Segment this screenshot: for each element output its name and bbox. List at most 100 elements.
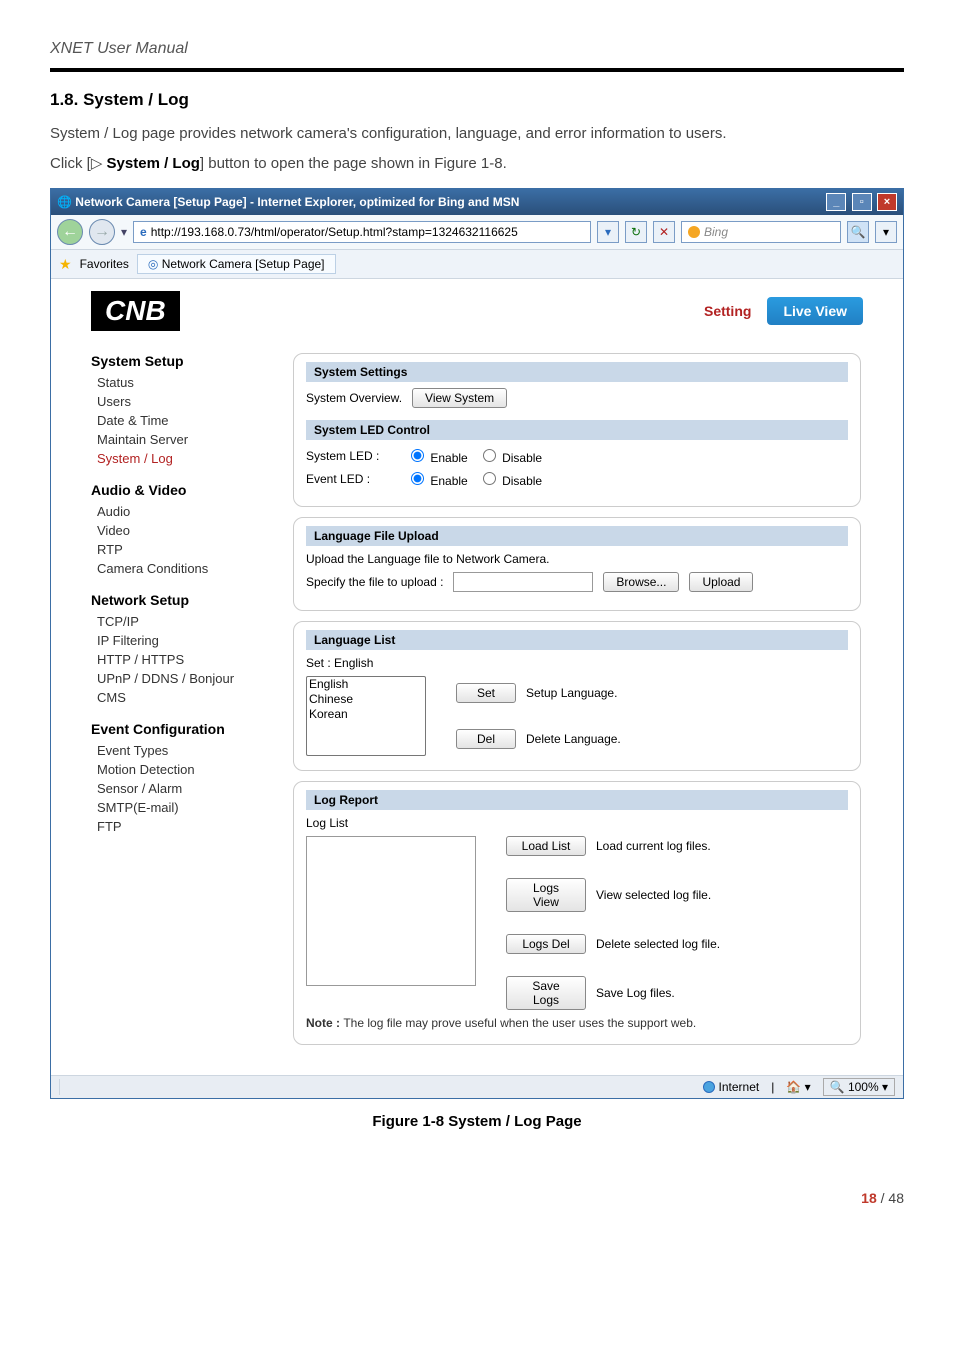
menu-ftp[interactable]: FTP bbox=[91, 817, 261, 836]
address-bar[interactable]: e http://193.168.0.73/html/operator/Setu… bbox=[133, 221, 591, 243]
language-upload-group: Language File Upload Upload the Language… bbox=[293, 517, 861, 611]
menu-group-system: System Setup bbox=[91, 353, 261, 369]
language-option[interactable]: English bbox=[307, 677, 425, 692]
click-suffix: ] button to open the page shown in Figur… bbox=[200, 155, 507, 172]
back-button[interactable]: ← bbox=[57, 219, 83, 245]
menu-ip-filtering[interactable]: IP Filtering bbox=[91, 631, 261, 650]
language-option[interactable]: Chinese bbox=[307, 692, 425, 707]
window-titlebar: 🌐 Network Camera [Setup Page] - Internet… bbox=[51, 189, 903, 215]
settings-panel: System Settings System Overview. View Sy… bbox=[291, 353, 863, 1055]
ie-icon: e bbox=[140, 225, 147, 239]
logs-view-button[interactable]: Logs View bbox=[506, 878, 586, 912]
app-topbar: CNB Setting Live View bbox=[91, 291, 863, 331]
log-listbox[interactable] bbox=[306, 836, 476, 986]
upload-path-input[interactable] bbox=[453, 572, 593, 592]
system-led-enable[interactable]: Enable bbox=[406, 446, 468, 465]
stop-button[interactable]: ✕ bbox=[653, 221, 675, 243]
logs-del-button[interactable]: Logs Del bbox=[506, 934, 586, 954]
delete-language-button[interactable]: Del bbox=[456, 729, 516, 749]
load-list-button[interactable]: Load List bbox=[506, 836, 586, 856]
language-upload-header: Language File Upload bbox=[306, 526, 848, 546]
favorites-icon[interactable]: ★ bbox=[59, 256, 72, 273]
forward-button[interactable]: → bbox=[89, 219, 115, 245]
delete-language-label: Delete Language. bbox=[526, 732, 621, 746]
specify-file-label: Specify the file to upload : bbox=[306, 575, 443, 589]
manual-title: XNET User Manual bbox=[50, 40, 904, 58]
menu-cms[interactable]: CMS bbox=[91, 688, 261, 707]
menu-maintain-server[interactable]: Maintain Server bbox=[91, 430, 261, 449]
menu-upnp[interactable]: UPnP / DDNS / Bonjour bbox=[91, 669, 261, 688]
side-menu: System Setup Status Users Date & Time Ma… bbox=[91, 353, 261, 1055]
brand-logo: CNB bbox=[91, 291, 180, 331]
language-select[interactable]: English Chinese Korean bbox=[306, 676, 426, 756]
maximize-button[interactable]: ▫ bbox=[852, 193, 872, 211]
setting-link[interactable]: Setting bbox=[704, 303, 751, 319]
menu-smtp[interactable]: SMTP(E-mail) bbox=[91, 798, 261, 817]
menu-camera-conditions[interactable]: Camera Conditions bbox=[91, 559, 261, 578]
system-settings-group: System Settings System Overview. View Sy… bbox=[293, 353, 861, 507]
log-report-header: Log Report bbox=[306, 790, 848, 810]
menu-status[interactable]: Status bbox=[91, 373, 261, 392]
go-dropdown[interactable]: ▾ bbox=[597, 221, 619, 243]
set-language-button[interactable]: Set bbox=[456, 683, 516, 703]
search-provider[interactable]: Bing bbox=[681, 221, 841, 243]
menu-date-time[interactable]: Date & Time bbox=[91, 411, 261, 430]
logs-del-desc: Delete selected log file. bbox=[596, 937, 720, 951]
browser-tab[interactable]: ◎ Network Camera [Setup Page] bbox=[137, 254, 336, 274]
menu-event-types[interactable]: Event Types bbox=[91, 741, 261, 760]
logs-view-desc: View selected log file. bbox=[596, 888, 711, 902]
intro-text: System / Log page provides network camer… bbox=[50, 122, 904, 146]
event-led-label: Event LED : bbox=[306, 472, 396, 486]
refresh-button[interactable]: ↻ bbox=[625, 221, 647, 243]
language-list-header: Language List bbox=[306, 630, 848, 650]
event-led-disable[interactable]: Disable bbox=[478, 469, 542, 488]
page-current: 18 bbox=[861, 1190, 877, 1206]
menu-system-log[interactable]: System / Log bbox=[91, 449, 261, 468]
page-total: 48 bbox=[888, 1190, 904, 1206]
minimize-button[interactable]: _ bbox=[826, 193, 846, 211]
view-system-button[interactable]: View System bbox=[412, 388, 507, 408]
menu-http-https[interactable]: HTTP / HTTPS bbox=[91, 650, 261, 669]
menu-audio[interactable]: Audio bbox=[91, 502, 261, 521]
system-led-disable[interactable]: Disable bbox=[478, 446, 542, 465]
page-footer: 18 / 48 bbox=[0, 1130, 954, 1236]
language-option[interactable]: Korean bbox=[307, 707, 425, 722]
menu-motion-detection[interactable]: Motion Detection bbox=[91, 760, 261, 779]
search-placeholder: Bing bbox=[704, 225, 728, 239]
menu-video[interactable]: Video bbox=[91, 521, 261, 540]
divider bbox=[50, 68, 904, 72]
globe-icon bbox=[703, 1081, 715, 1093]
note-prefix: Note : bbox=[306, 1016, 343, 1030]
section-heading: 1.8. System / Log bbox=[50, 90, 904, 110]
setup-language-label: Setup Language. bbox=[526, 686, 617, 700]
window-controls: _ ▫ × bbox=[824, 193, 897, 211]
system-settings-header: System Settings bbox=[306, 362, 848, 382]
favorites-bar: ★ Favorites ◎ Network Camera [Setup Page… bbox=[51, 250, 903, 279]
click-prefix: Click [▷ bbox=[50, 155, 107, 172]
save-logs-button[interactable]: Save Logs bbox=[506, 976, 586, 1010]
upload-button[interactable]: Upload bbox=[689, 572, 753, 592]
click-bold: System / Log bbox=[107, 155, 200, 172]
menu-tcpip[interactable]: TCP/IP bbox=[91, 612, 261, 631]
menu-group-event: Event Configuration bbox=[91, 721, 261, 737]
menu-group-network: Network Setup bbox=[91, 592, 261, 608]
search-button[interactable]: 🔍 bbox=[847, 221, 869, 243]
protected-mode-icon[interactable]: 🏠 ▾ bbox=[786, 1080, 810, 1094]
log-report-group: Log Report Log List Load List Load curre… bbox=[293, 781, 861, 1045]
menu-sensor-alarm[interactable]: Sensor / Alarm bbox=[91, 779, 261, 798]
browse-button[interactable]: Browse... bbox=[603, 572, 679, 592]
menu-group-av: Audio & Video bbox=[91, 482, 261, 498]
browser-statusbar: Internet | 🏠 ▾ 🔍 100% ▾ bbox=[51, 1075, 903, 1098]
browser-navbar: ← → ▾ e http://193.168.0.73/html/operato… bbox=[51, 215, 903, 250]
live-view-button[interactable]: Live View bbox=[767, 297, 863, 325]
nav-dropdown[interactable]: ▾ bbox=[121, 225, 127, 239]
log-list-label: Log List bbox=[306, 816, 848, 830]
bing-icon bbox=[688, 226, 700, 238]
zoom-control[interactable]: 🔍 100% ▾ bbox=[823, 1078, 895, 1096]
menu-rtp[interactable]: RTP bbox=[91, 540, 261, 559]
menu-users[interactable]: Users bbox=[91, 392, 261, 411]
search-dropdown[interactable]: ▾ bbox=[875, 221, 897, 243]
language-upload-desc: Upload the Language file to Network Came… bbox=[306, 552, 848, 566]
event-led-enable[interactable]: Enable bbox=[406, 469, 468, 488]
close-button[interactable]: × bbox=[877, 193, 897, 211]
